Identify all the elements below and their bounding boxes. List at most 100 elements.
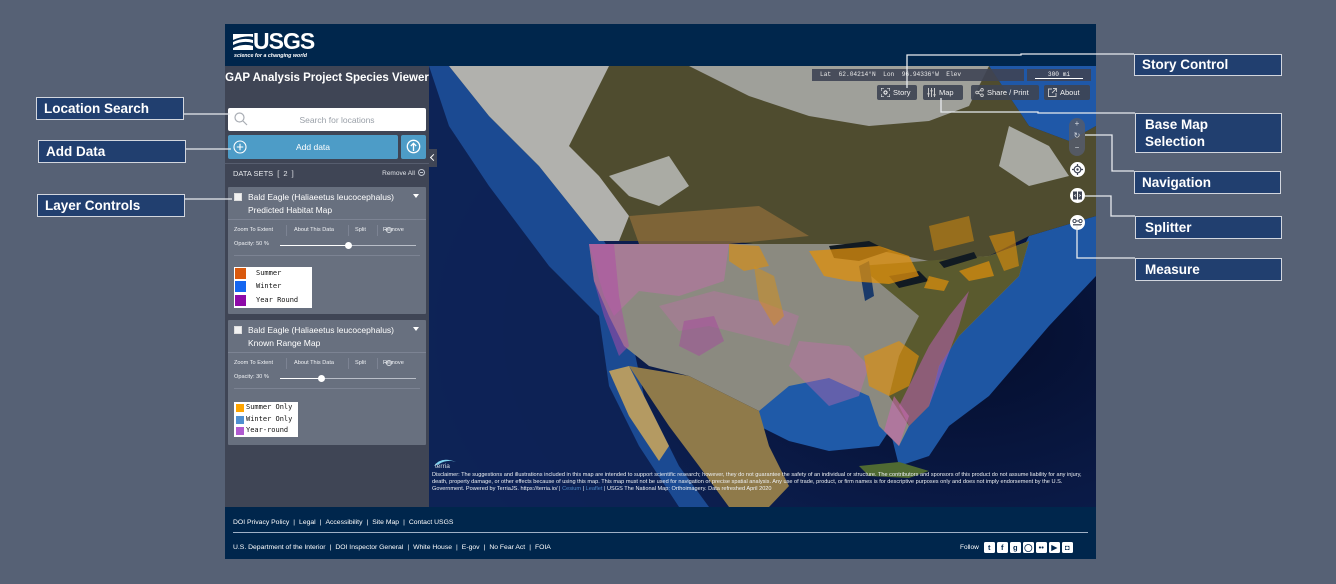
footer-divider [233, 532, 1088, 533]
github-icon[interactable]: ◯ [1022, 541, 1034, 553]
add-data-button[interactable]: Add data [228, 135, 398, 159]
layer-visibility-checkbox[interactable] [234, 193, 242, 201]
plus-circle-icon [233, 140, 247, 154]
doi-inspector-general-link[interactable]: DOI Inspector General [335, 544, 403, 551]
remove-all-button[interactable]: Remove All [382, 169, 425, 177]
youtube-icon[interactable]: ▶ [1048, 541, 1060, 553]
foia-link[interactable]: FOIA [535, 544, 551, 551]
map-viewer[interactable]: Lat 62.04214°N Lon 96.94336°W Elev 300 m… [429, 66, 1096, 507]
app-title: GAP Analysis Project Species Viewer [225, 72, 429, 84]
chevron-down-icon[interactable] [413, 327, 419, 331]
collapse-sidebar-button[interactable] [429, 149, 437, 167]
footer-links-secondary: U.S. Department of the Interior | DOI Insp… [233, 544, 551, 551]
doi-link[interactable]: U.S. Department of the Interior [233, 544, 326, 551]
external-link-icon [1048, 88, 1057, 97]
legend-item: Summer Only [234, 402, 298, 414]
opacity-slider-thumb[interactable] [317, 375, 325, 382]
opacity-slider-fill [280, 378, 321, 379]
legend-swatch [236, 427, 244, 435]
no-fear-act-link[interactable]: No Fear Act [489, 544, 525, 551]
measure-button[interactable] [1070, 215, 1085, 230]
separator [348, 358, 349, 369]
chevron-down-icon[interactable] [413, 194, 419, 198]
separator: | [483, 544, 486, 551]
layer-item: Bald Eagle (Haliaeetus leucocephalus) Kn… [228, 320, 426, 445]
opacity-slider-thumb[interactable] [345, 242, 352, 249]
usgs-logo[interactable]: USGS science for a changing world [233, 29, 315, 61]
accessibility-link[interactable]: Accessibility [325, 519, 362, 526]
social-follow: Follow t f g ◯ •• ▶ ◘ [960, 541, 1073, 553]
callout-story-control: Story Control [1134, 54, 1282, 76]
instagram-icon[interactable]: ◘ [1061, 541, 1073, 553]
leaflet-link[interactable]: Leaflet [586, 486, 603, 492]
about-this-data-button[interactable]: About This Data [294, 227, 334, 233]
about-button[interactable]: About [1044, 85, 1090, 100]
layer-title[interactable]: Bald Eagle (Haliaeetus leucocephalus) Kn… [248, 324, 408, 349]
cesium-link[interactable]: Cesium [562, 486, 581, 492]
opacity-label: Opacity: 30 % [234, 374, 269, 380]
zoom-in-button[interactable]: + [1069, 119, 1085, 128]
location-search-input[interactable] [252, 108, 422, 131]
legend-swatch [235, 281, 246, 293]
scale-label: 300 mi [1047, 71, 1071, 78]
separator [377, 358, 378, 369]
contact-usgs-link[interactable]: Contact USGS [409, 519, 454, 526]
story-button[interactable]: Story [877, 85, 917, 100]
legend-item: Winter [234, 280, 312, 293]
separator: | [403, 519, 405, 526]
legal-link[interactable]: Legal [299, 519, 316, 526]
twitter-icon[interactable]: t [983, 541, 995, 553]
share-print-button[interactable]: Share / Print [971, 85, 1039, 100]
opacity-slider[interactable] [280, 375, 416, 382]
legend-item: Year-round [234, 425, 298, 437]
map-settings-button[interactable]: Map [923, 85, 963, 100]
upload-data-button[interactable] [401, 135, 426, 159]
add-data-label: Add data [295, 142, 331, 152]
separator [286, 358, 287, 369]
layer-title-line2: Known Range Map [248, 337, 321, 348]
my-location-button[interactable] [1070, 162, 1085, 177]
opacity-slider[interactable] [280, 242, 416, 249]
separator: | [456, 544, 458, 551]
callout-measure: Measure [1135, 258, 1282, 281]
google-plus-icon[interactable]: g [1009, 541, 1021, 553]
callout-base-map-line2: Selection [1145, 133, 1206, 149]
separator [286, 225, 287, 236]
terria-logo[interactable]: terria [433, 454, 459, 472]
terria-text: terria [435, 463, 450, 470]
about-this-data-button[interactable]: About This Data [294, 360, 334, 366]
callout-add-data: Add Data [38, 140, 186, 163]
split-button[interactable]: Split [355, 360, 366, 366]
splitter-button[interactable] [1070, 188, 1085, 203]
github-glyph: ◯ [1024, 542, 1033, 552]
white-house-link[interactable]: White House [413, 544, 452, 551]
e-gov-link[interactable]: E-gov [462, 544, 480, 551]
layer-visibility-checkbox[interactable] [234, 326, 242, 334]
datasets-count: [ 2 ] [277, 169, 295, 178]
opacity-slider-fill [280, 245, 348, 246]
zoom-out-button[interactable]: − [1069, 143, 1085, 152]
separator: | [529, 544, 531, 551]
divider [234, 388, 420, 389]
zoom-to-extent-button[interactable]: Zoom To Extent [234, 227, 273, 233]
layer-legend: Summer Only Winter Only Year-round [234, 402, 298, 437]
doi-privacy-policy-link[interactable]: DOI Privacy Policy [233, 519, 289, 526]
layer-title[interactable]: Bald Eagle (Haliaeetus leucocephalus) Pr… [248, 191, 408, 216]
flickr-icon[interactable]: •• [1035, 541, 1047, 553]
layer-actions: Zoom To Extent About This Data Split Rem… [234, 358, 420, 370]
coordinate-readout: Lat 62.04214°N Lon 96.94336°W Elev [812, 69, 1024, 81]
legend-item: Year Round [234, 294, 312, 307]
about-label: About [1060, 88, 1080, 97]
instagram-glyph: ◘ [1065, 542, 1070, 552]
story-label: Story [893, 88, 911, 97]
site-map-link[interactable]: Site Map [372, 519, 399, 526]
map-label: Map [939, 88, 954, 97]
location-search[interactable] [228, 108, 426, 131]
zoom-reset-button[interactable]: ↻ [1069, 131, 1085, 140]
split-button[interactable]: Split [355, 227, 366, 233]
separator: | [319, 519, 322, 526]
zoom-to-extent-button[interactable]: Zoom To Extent [234, 360, 273, 366]
datasets-header: DATA SETS [ 2 ] Remove All [233, 169, 425, 181]
scale-bar: 300 mi [1027, 69, 1091, 81]
facebook-icon[interactable]: f [996, 541, 1008, 553]
